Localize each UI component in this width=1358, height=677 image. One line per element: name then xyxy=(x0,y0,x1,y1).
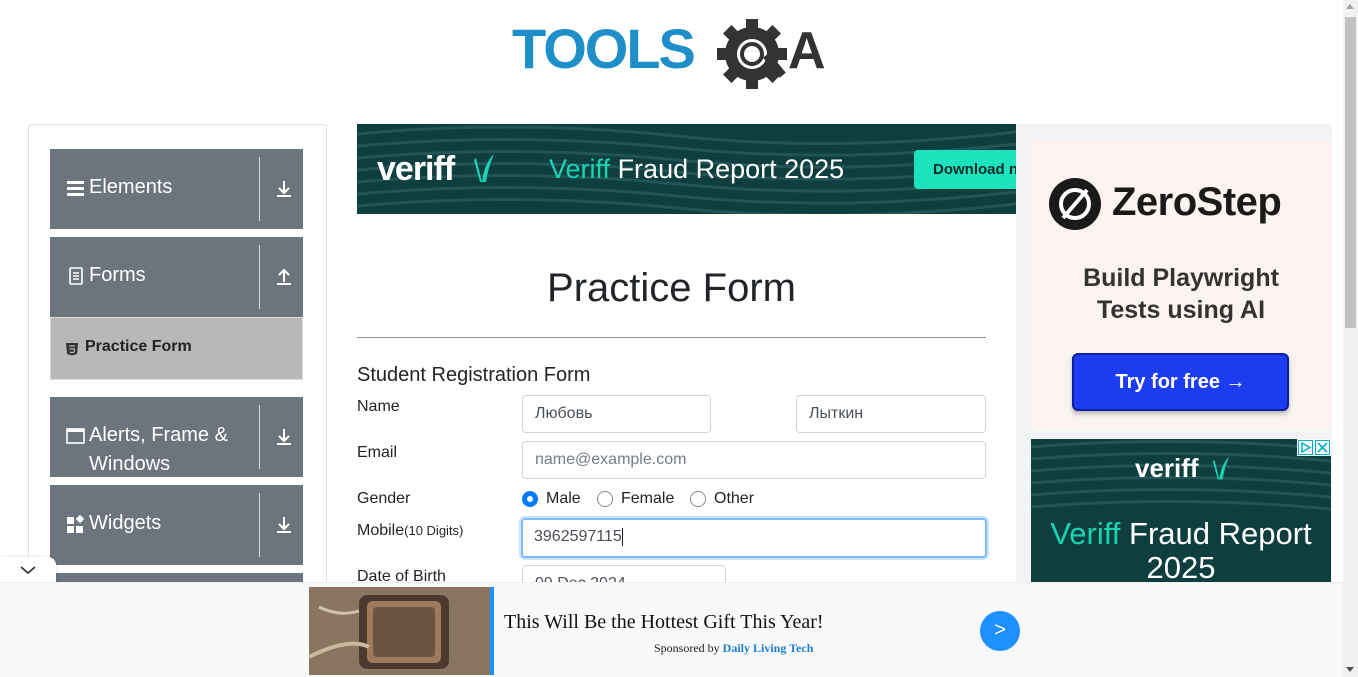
page-scrollbar[interactable] xyxy=(1343,0,1358,677)
adchoices-icon[interactable] xyxy=(1298,440,1313,455)
gender-label: Gender xyxy=(357,490,411,507)
radio-label[interactable]: Other xyxy=(714,490,754,508)
sidebar-group-label: Elements xyxy=(89,176,173,198)
scroll-up-icon[interactable] xyxy=(1346,4,1354,9)
page-title: Practice Form xyxy=(547,266,796,310)
scroll-down-icon[interactable] xyxy=(1346,667,1354,672)
ad-headline[interactable]: This Will Be the Hottest Gift This Year! xyxy=(504,611,824,634)
scrollbar-thumb[interactable] xyxy=(1345,17,1356,328)
radio-dot[interactable] xyxy=(690,491,706,507)
sidebar-group-label: Forms xyxy=(89,264,146,286)
divider xyxy=(259,157,260,221)
sidebar-group-forms[interactable]: Forms xyxy=(50,237,303,317)
collapse-toggle[interactable] xyxy=(0,557,56,583)
mobile-hint: (10 Digits) xyxy=(404,523,464,538)
try-for-free-button[interactable]: Try for free → xyxy=(1072,353,1289,411)
radio-dot[interactable] xyxy=(522,491,538,507)
divider xyxy=(259,245,260,309)
product-image xyxy=(309,587,490,675)
divider xyxy=(357,337,986,338)
accent-stripe xyxy=(490,587,494,675)
sidebar-group-elements[interactable]: Elements xyxy=(50,149,303,229)
veriff-side-ad[interactable]: veriff Veriff Fraud Report 2025 xyxy=(1031,439,1331,582)
dob-label: Date of Birth xyxy=(357,568,446,582)
mobile-value: 3962597115 xyxy=(534,528,622,545)
sponsor-link[interactable]: Daily Living Tech xyxy=(723,641,814,655)
download-arrow-icon[interactable] xyxy=(274,179,294,199)
download-button[interactable]: Download n xyxy=(914,150,1016,189)
ad-title-accent: Veriff xyxy=(549,154,611,184)
page: TOOLS A Elements Forms Practice Form Ale… xyxy=(0,0,1358,677)
toolsqa-logo[interactable]: TOOLS A xyxy=(512,16,836,92)
html5-icon xyxy=(66,343,78,356)
mobile-label-text: Mobile xyxy=(357,522,405,539)
veriff-leaf-icon xyxy=(1212,456,1230,480)
mobile-input[interactable]: 3962597115 xyxy=(521,518,987,558)
chevron-down-icon[interactable] xyxy=(0,557,56,583)
download-arrow-icon[interactable] xyxy=(274,515,294,535)
form-subtitle: Student Registration Form xyxy=(357,364,591,386)
radio-label[interactable]: Female xyxy=(621,490,674,508)
bottom-ad[interactable]: This Will Be the Hottest Gift This Year!… xyxy=(309,587,1021,675)
email-input[interactable]: name@example.com xyxy=(522,441,986,479)
ad-title: Veriff Fraud Report 2025 xyxy=(1031,516,1331,583)
widgets-icon xyxy=(67,514,85,533)
divider xyxy=(259,493,260,557)
zerostep-tagline: Build Playwright Tests using AI xyxy=(1083,264,1279,324)
radio-label[interactable]: Male xyxy=(546,490,581,508)
name-label: Name xyxy=(357,398,400,415)
veriff-logo: veriff xyxy=(1135,453,1199,483)
ad-go-button[interactable]: > xyxy=(980,611,1020,651)
adchoices-badge[interactable] xyxy=(1297,439,1331,456)
last-name-input[interactable]: Лыткин xyxy=(796,395,986,433)
sidebar-group-widgets[interactable]: Widgets xyxy=(50,485,303,565)
ad-title-rest: Fraud Report 2025 xyxy=(617,154,845,184)
download-arrow-icon[interactable] xyxy=(274,427,294,447)
ad-title: Veriff Fraud Report 2025 xyxy=(549,154,844,185)
email-label: Email xyxy=(357,444,398,461)
divider xyxy=(259,405,260,469)
sidebar: Elements Forms Practice Form Alerts, Fra… xyxy=(28,124,327,594)
first-name-input[interactable]: Любовь xyxy=(522,395,711,433)
hamburger-icon xyxy=(67,181,84,196)
sidebar-group-alerts[interactable]: Alerts, Frame & Windows xyxy=(50,397,303,477)
gear-magnifier-icon xyxy=(717,19,787,89)
close-icon[interactable] xyxy=(1315,440,1330,455)
ad-title-accent: Veriff xyxy=(1050,516,1121,551)
upload-arrow-icon[interactable] xyxy=(274,267,294,287)
sidebar-item-label: Practice Form xyxy=(85,338,192,355)
radio-dot[interactable] xyxy=(597,491,613,507)
zerostep-brand: ZeroStep xyxy=(1112,180,1282,224)
document-icon xyxy=(69,267,83,285)
zerostep-logo-icon xyxy=(1049,178,1101,230)
ad-title-rest: Fraud Report 2025 xyxy=(1129,516,1312,583)
logo-text-a: A xyxy=(788,22,826,80)
mobile-label: Mobile(10 Digits) xyxy=(357,522,463,540)
text-caret xyxy=(621,527,623,546)
veriff-logo: veriff xyxy=(377,150,455,188)
sidebar-item-practice-form[interactable]: Practice Form xyxy=(50,317,303,380)
window-icon xyxy=(66,428,85,444)
sidebar-group-label: Alerts, Frame & Windows xyxy=(89,424,228,475)
logo-text-tools: TOOLS xyxy=(512,17,695,80)
dob-input[interactable]: 09 Dec 2024 xyxy=(522,565,726,582)
sidebar-group-label: Widgets xyxy=(89,512,162,534)
sponsored-by: Sponsored by xyxy=(654,641,720,655)
zerostep-ad[interactable]: ZeroStep Build Playwright Tests using AI… xyxy=(1031,140,1331,430)
veriff-leaf-icon xyxy=(474,154,494,182)
ad-sponsor: Sponsored by Daily Living Tech xyxy=(654,641,813,656)
top-banner-ad[interactable]: veriff Veriff Fraud Report 2025 Download… xyxy=(357,124,1016,214)
